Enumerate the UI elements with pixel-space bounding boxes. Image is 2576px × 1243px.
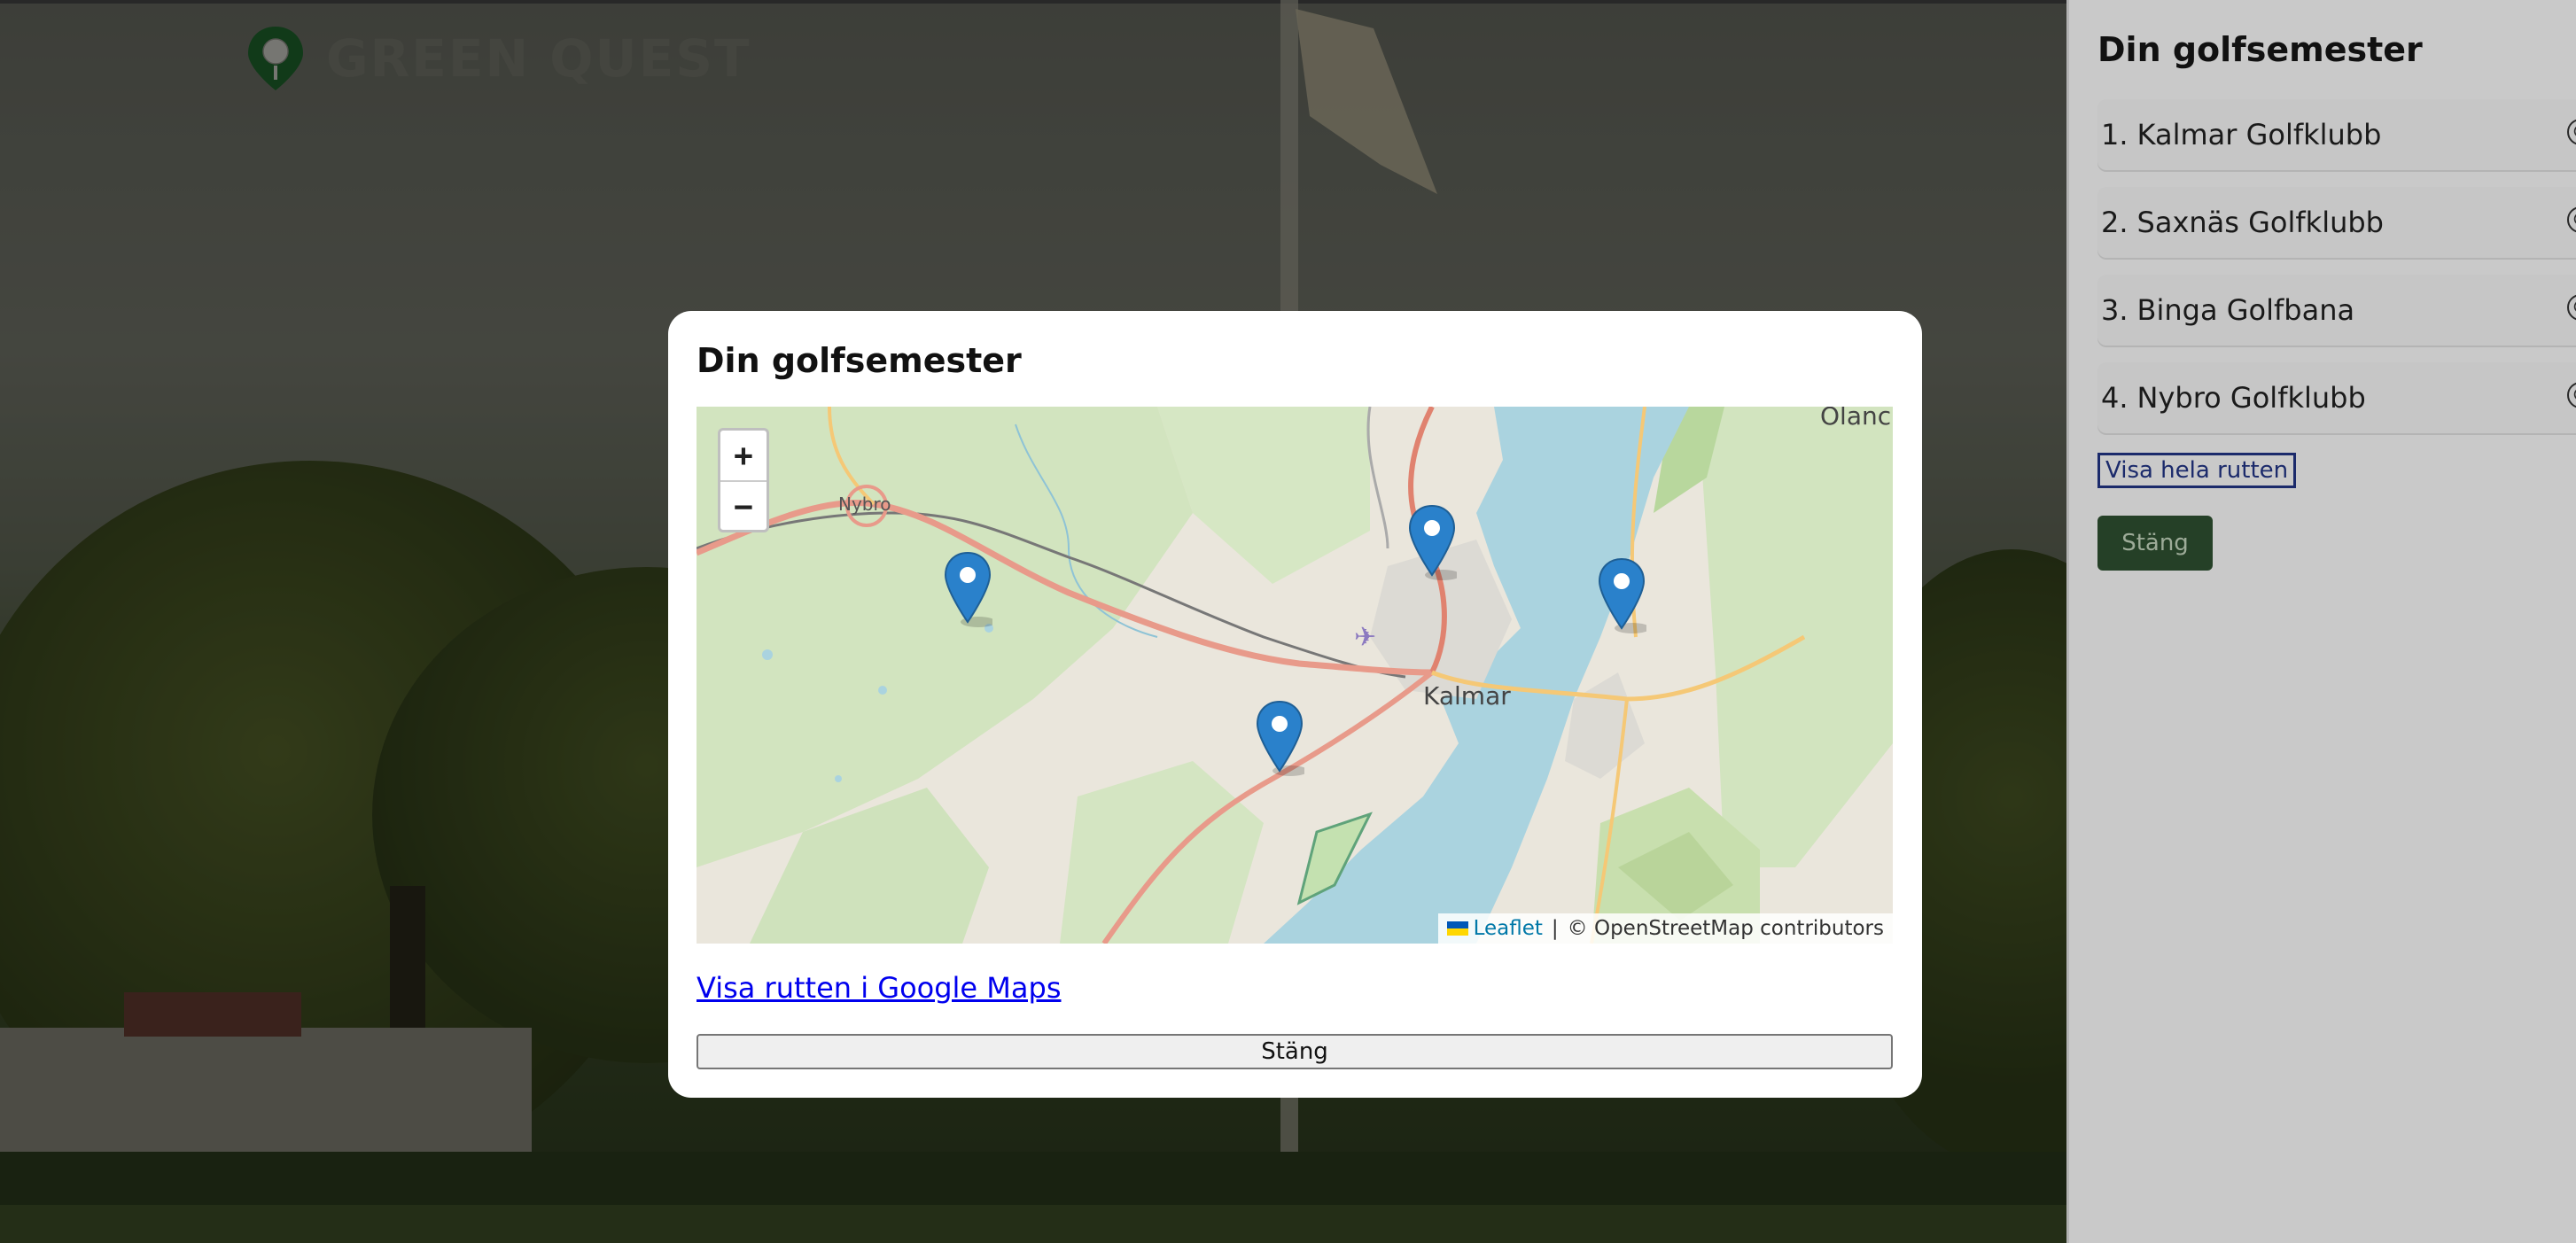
map-label-oland: Ölanc [1820, 407, 1892, 431]
map-marker-icon[interactable] [1407, 504, 1457, 580]
remove-icon[interactable]: ⊗ [2567, 294, 2576, 321]
route-item[interactable]: 4. Nybro Golfklubb ⊗ [2097, 362, 2576, 433]
map-label-nybro: Nybro [838, 493, 891, 515]
route-map[interactable]: ✈ Nybro Kalmar Ölanc + − Leaflet | © Ope… [697, 407, 1893, 944]
map-marker-icon[interactable] [943, 551, 992, 627]
leaflet-link-label: Leaflet [1473, 917, 1543, 940]
leaflet-link[interactable]: Leaflet [1446, 917, 1543, 940]
sidebar-close-button[interactable]: Stäng [2097, 516, 2213, 571]
route-sidebar: Din golfsemester 1. Kalmar Golfklubb ⊗ 2… [2066, 0, 2576, 1243]
route-item[interactable]: 3. Binga Golfbana ⊗ [2097, 275, 2576, 346]
remove-icon[interactable]: ⊗ [2567, 119, 2576, 145]
zoom-out-button[interactable]: − [720, 482, 767, 530]
zoom-in-button[interactable]: + [720, 431, 767, 482]
route-item-number: 2. [2101, 206, 2129, 239]
remove-icon[interactable]: ⊗ [2567, 382, 2576, 408]
route-item-number: 1. [2101, 118, 2129, 151]
route-item-name: Binga Golfbana [2136, 293, 2355, 327]
ukraine-flag-icon [1446, 921, 1468, 936]
modal-title: Din golfsemester [697, 341, 1022, 380]
route-modal: Din golfsemester ✈ Nybro Kalmar Ölanc + … [668, 311, 1922, 1098]
zoom-control: + − [718, 428, 769, 532]
map-tiles: ✈ [697, 407, 1893, 944]
map-marker-icon[interactable] [1597, 557, 1646, 633]
route-item-name: Nybro Golfklubb [2136, 381, 2366, 415]
attribution-separator: | [1551, 917, 1559, 940]
svg-text:✈: ✈ [1354, 622, 1376, 653]
map-marker-icon[interactable] [1255, 700, 1304, 776]
route-item-name: Saxnäs Golfklubb [2136, 206, 2384, 239]
osm-attribution[interactable]: © OpenStreetMap contributors [1568, 917, 1884, 940]
route-item-name: Kalmar Golfklubb [2136, 118, 2382, 151]
route-item[interactable]: 2. Saxnäs Golfklubb ⊗ [2097, 187, 2576, 258]
modal-close-button[interactable]: Stäng [697, 1034, 1893, 1069]
google-maps-link[interactable]: Visa rutten i Google Maps [697, 971, 1061, 1005]
route-item[interactable]: 1. Kalmar Golfklubb ⊗ [2097, 99, 2576, 170]
route-item-number: 3. [2101, 293, 2129, 327]
show-full-route-button[interactable]: Visa hela rutten [2097, 453, 2297, 488]
map-attribution: Leaflet | © OpenStreetMap contributors [1437, 913, 1893, 944]
remove-icon[interactable]: ⊗ [2567, 206, 2576, 233]
route-item-number: 4. [2101, 381, 2129, 415]
map-label-kalmar: Kalmar [1423, 681, 1511, 711]
sidebar-title: Din golfsemester [2097, 30, 2423, 69]
